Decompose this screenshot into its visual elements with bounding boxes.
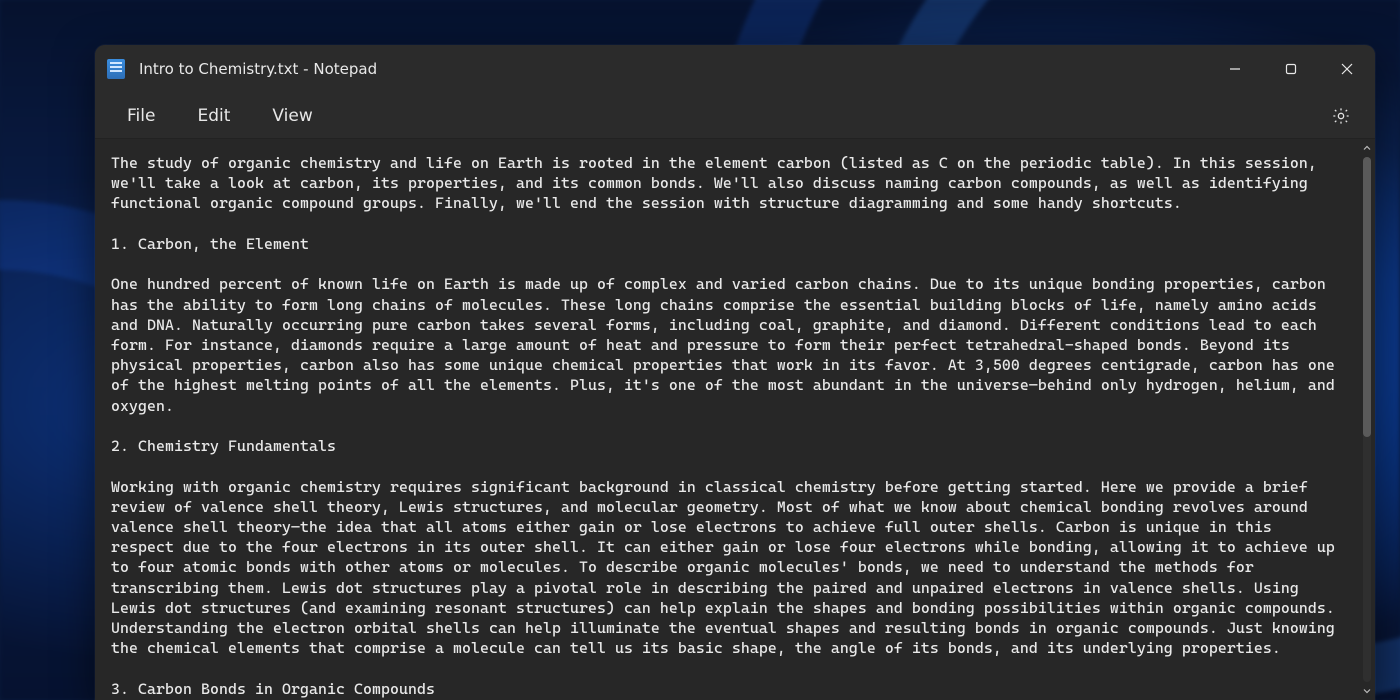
scroll-down-button[interactable] xyxy=(1359,682,1375,700)
gear-icon xyxy=(1331,106,1351,126)
settings-button[interactable] xyxy=(1321,96,1361,136)
maximize-button[interactable] xyxy=(1263,45,1319,93)
titlebar[interactable]: Intro to Chemistry.txt - Notepad xyxy=(95,45,1375,93)
notepad-window: Intro to Chemistry.txt - Notepad File Ed… xyxy=(95,45,1375,700)
maximize-icon xyxy=(1285,63,1297,75)
close-icon xyxy=(1341,63,1353,75)
menu-bar: File Edit View xyxy=(95,93,1375,139)
scroll-up-button[interactable] xyxy=(1359,139,1375,157)
menu-view[interactable]: View xyxy=(254,100,330,132)
chevron-down-icon xyxy=(1363,687,1371,695)
editor-area: The study of organic chemistry and life … xyxy=(95,139,1375,700)
minimize-button[interactable] xyxy=(1207,45,1263,93)
vertical-scrollbar[interactable] xyxy=(1359,139,1375,700)
minimize-icon xyxy=(1229,63,1241,75)
close-button[interactable] xyxy=(1319,45,1375,93)
menu-edit[interactable]: Edit xyxy=(179,100,248,132)
scroll-thumb[interactable] xyxy=(1363,157,1371,437)
window-controls xyxy=(1207,45,1375,93)
window-title: Intro to Chemistry.txt - Notepad xyxy=(139,60,377,78)
notepad-app-icon xyxy=(107,59,125,79)
text-editor[interactable]: The study of organic chemistry and life … xyxy=(95,139,1359,700)
chevron-up-icon xyxy=(1363,144,1371,152)
menu-file[interactable]: File xyxy=(109,100,173,132)
